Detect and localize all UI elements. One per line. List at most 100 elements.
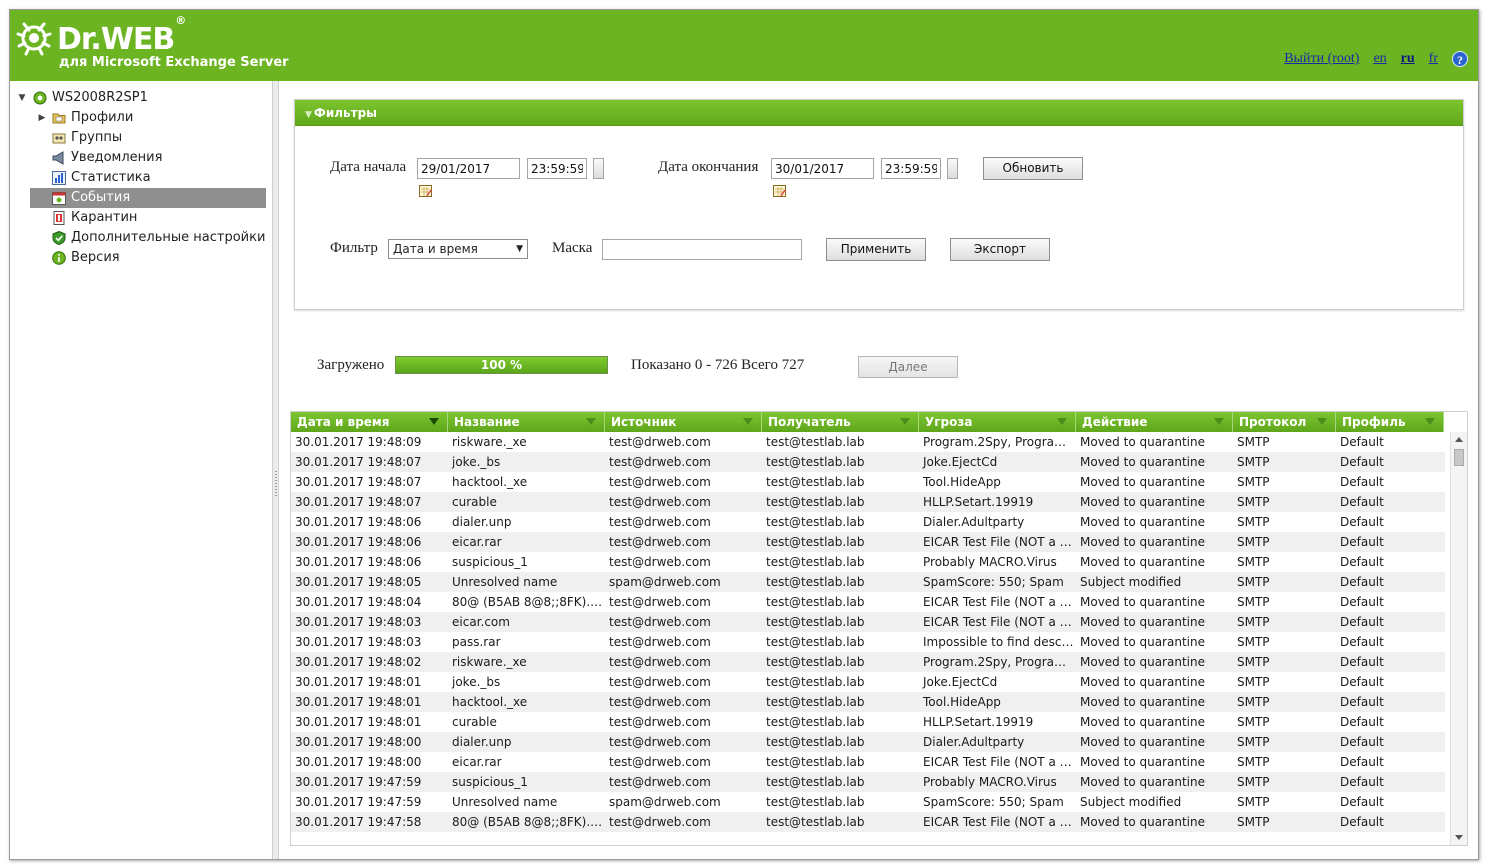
dropdown-arrow-icon[interactable]: ▼ xyxy=(516,240,523,258)
table-row[interactable]: 30.01.2017 19:48:06 suspicious_1 test@drwe… xyxy=(291,552,1445,572)
cell-recipient: test@testlab.lab xyxy=(766,495,865,509)
sort-arrow-icon[interactable] xyxy=(1214,418,1224,425)
cell-threat: Probably MACRO.Virus xyxy=(923,555,1057,569)
apply-button[interactable]: Применить xyxy=(826,238,926,261)
group-icon xyxy=(52,133,66,144)
table-row[interactable]: 30.01.2017 19:48:00 dialer.unp test@drweb.… xyxy=(291,732,1445,752)
cell-source: test@drweb.com xyxy=(609,515,711,529)
column-header-threat[interactable]: Угроза xyxy=(919,412,1076,432)
main-content: ▼Фильтры Дата начала Дата окончания Обно… xyxy=(280,81,1478,859)
cell-action: Moved to quarantine xyxy=(1080,595,1205,609)
table-row[interactable]: 30.01.2017 19:48:01 joke._bs test@drweb.co… xyxy=(291,672,1445,692)
sort-arrow-icon[interactable] xyxy=(900,418,910,425)
column-header-source[interactable]: Источник xyxy=(605,412,762,432)
table-header: Дата и время Название Источник Получатель Уг… xyxy=(291,412,1444,432)
table-row[interactable]: 30.01.2017 19:48:01 hacktool._xe test@drwe… xyxy=(291,692,1445,712)
sidebar-item-version[interactable]: Версия xyxy=(10,248,272,268)
start-time-input[interactable] xyxy=(527,158,587,179)
column-header-protocol[interactable]: Протокол xyxy=(1233,412,1336,432)
table-row[interactable]: 30.01.2017 19:48:00 eicar.rar test@drweb.c… xyxy=(291,752,1445,772)
filters-panel-header[interactable]: ▼ Фильтры xyxy=(295,100,1463,126)
table-row[interactable]: 30.01.2017 19:48:02 riskware._xe test@drwe… xyxy=(291,652,1445,672)
collapse-arrow-icon[interactable]: ▼ xyxy=(17,88,27,108)
lang-fr-link[interactable]: fr xyxy=(1429,51,1438,67)
cell-profile: Default xyxy=(1340,495,1384,509)
calendar-icon[interactable] xyxy=(773,184,786,197)
column-header-profile[interactable]: Профиль xyxy=(1336,412,1444,432)
cell-source: test@drweb.com xyxy=(609,775,711,789)
sort-arrow-icon[interactable] xyxy=(586,418,596,425)
cell-source: test@drweb.com xyxy=(609,555,711,569)
cell-name: dialer.unp xyxy=(452,515,512,529)
next-page-button[interactable]: Далее xyxy=(858,356,958,378)
tree-root-server[interactable]: ▼ WS2008R2SP1 xyxy=(10,88,272,108)
sidebar-item-advanced-settings[interactable]: Дополнительные настройки xyxy=(10,228,272,248)
cell-recipient: test@testlab.lab xyxy=(766,735,865,749)
table-row[interactable]: 30.01.2017 19:47:59 suspicious_1 test@drwe… xyxy=(291,772,1445,792)
table-row[interactable]: 30.01.2017 19:48:03 eicar.com test@drweb.c… xyxy=(291,612,1445,632)
table-row[interactable]: 30.01.2017 19:48:07 curable test@drweb.com… xyxy=(291,492,1445,512)
sidebar-splitter[interactable] xyxy=(273,81,279,859)
table-row[interactable]: 30.01.2017 19:48:03 pass.rar test@drweb.co… xyxy=(291,632,1445,652)
end-date-input[interactable] xyxy=(771,158,874,179)
table-row[interactable]: 30.01.2017 19:47:58 80@ (B5AB 8@8;;8FK).r… xyxy=(291,812,1445,832)
column-header-recipient[interactable]: Получатель xyxy=(762,412,919,432)
table-row[interactable]: 30.01.2017 19:48:06 dialer.unp test@drweb.… xyxy=(291,512,1445,532)
table-row[interactable]: 30.01.2017 19:48:05 Unresolved name spam@d… xyxy=(291,572,1445,592)
table-row[interactable]: 30.01.2017 19:48:06 eicar.rar test@drweb.c… xyxy=(291,532,1445,552)
table-row[interactable]: 30.01.2017 19:48:01 curable test@drweb.com… xyxy=(291,712,1445,732)
sort-arrow-icon[interactable] xyxy=(743,418,753,425)
column-header-label: Название xyxy=(454,415,520,429)
sidebar-item-label: События xyxy=(71,190,131,205)
table-row[interactable]: 30.01.2017 19:48:04 80@ (B5AB 8@8;;8FK).r… xyxy=(291,592,1445,612)
vertical-scrollbar[interactable] xyxy=(1450,432,1467,845)
sort-arrow-icon[interactable] xyxy=(1057,418,1067,425)
column-header-name[interactable]: Название xyxy=(448,412,605,432)
cell-profile: Default xyxy=(1340,675,1384,689)
lang-ru-link[interactable]: ru xyxy=(1401,51,1415,67)
sort-arrow-icon[interactable] xyxy=(1425,418,1435,425)
sidebar-item-groups[interactable]: Группы xyxy=(10,128,272,148)
cell-recipient: test@testlab.lab xyxy=(766,695,865,709)
scroll-up-icon[interactable] xyxy=(1455,437,1463,442)
cell-protocol: SMTP xyxy=(1237,675,1270,689)
start-date-input[interactable] xyxy=(417,158,520,179)
expand-arrow-icon[interactable]: ▶ xyxy=(37,108,47,128)
end-time-input[interactable] xyxy=(881,158,941,179)
help-icon[interactable]: ? xyxy=(1452,51,1468,67)
column-header-datetime[interactable]: Дата и время xyxy=(291,412,448,432)
sidebar-item-notifications[interactable]: Уведомления xyxy=(10,148,272,168)
filter-select[interactable]: Дата и время ▼ xyxy=(388,239,528,259)
column-header-action[interactable]: Действие xyxy=(1076,412,1233,432)
column-header-label: Получатель xyxy=(768,415,851,429)
refresh-button[interactable]: Обновить xyxy=(983,157,1083,180)
cell-recipient: test@testlab.lab xyxy=(766,775,865,789)
sidebar-item-statistics[interactable]: Статистика xyxy=(10,168,272,188)
scroll-thumb[interactable] xyxy=(1454,449,1464,466)
splitter-grip-icon[interactable] xyxy=(275,471,277,497)
sort-arrow-icon[interactable] xyxy=(1317,418,1327,425)
end-time-spinner[interactable] xyxy=(947,158,958,179)
export-button[interactable]: Экспорт xyxy=(950,238,1050,261)
table-row[interactable]: 30.01.2017 19:48:07 joke._bs test@drweb.co… xyxy=(291,452,1445,472)
table-row[interactable]: 30.01.2017 19:48:09 riskware._xe test@drwe… xyxy=(291,432,1445,452)
cell-source: test@drweb.com xyxy=(609,755,711,769)
cell-profile: Default xyxy=(1340,535,1384,549)
table-row[interactable]: 30.01.2017 19:48:07 hacktool._xe test@drwe… xyxy=(291,472,1445,492)
cell-datetime: 30.01.2017 19:48:02 xyxy=(295,655,422,669)
cell-action: Moved to quarantine xyxy=(1080,775,1205,789)
logout-link[interactable]: Выйти (root) xyxy=(1284,51,1359,67)
sidebar-item-quarantine[interactable]: Карантин xyxy=(10,208,272,228)
table-row[interactable]: 30.01.2017 19:47:59 Unresolved name spam@d… xyxy=(291,792,1445,812)
start-time-spinner[interactable] xyxy=(593,158,604,179)
lang-en-link[interactable]: en xyxy=(1373,51,1386,67)
sidebar-item-profiles[interactable]: ▶ Профили xyxy=(10,108,272,128)
scroll-down-icon[interactable] xyxy=(1455,835,1463,840)
calendar-icon[interactable] xyxy=(419,184,432,197)
sidebar-item-events[interactable]: События xyxy=(30,188,266,208)
cell-datetime: 30.01.2017 19:48:01 xyxy=(295,715,422,729)
mask-input[interactable] xyxy=(602,239,802,260)
sort-arrow-icon[interactable] xyxy=(429,418,439,425)
cell-recipient: test@testlab.lab xyxy=(766,615,865,629)
chevron-down-icon[interactable]: ▼ xyxy=(305,110,312,120)
